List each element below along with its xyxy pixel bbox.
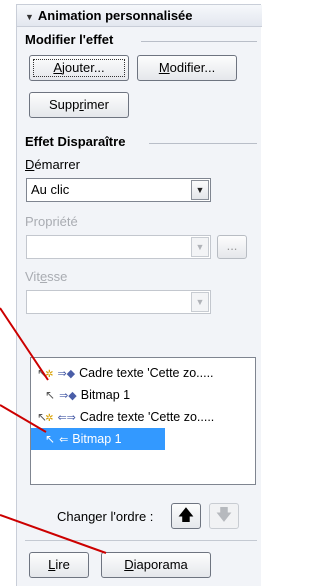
callout-line — [0, 514, 107, 554]
callout-lines — [0, 307, 107, 554]
callout-line — [0, 307, 49, 381]
callout-line — [0, 404, 47, 433]
